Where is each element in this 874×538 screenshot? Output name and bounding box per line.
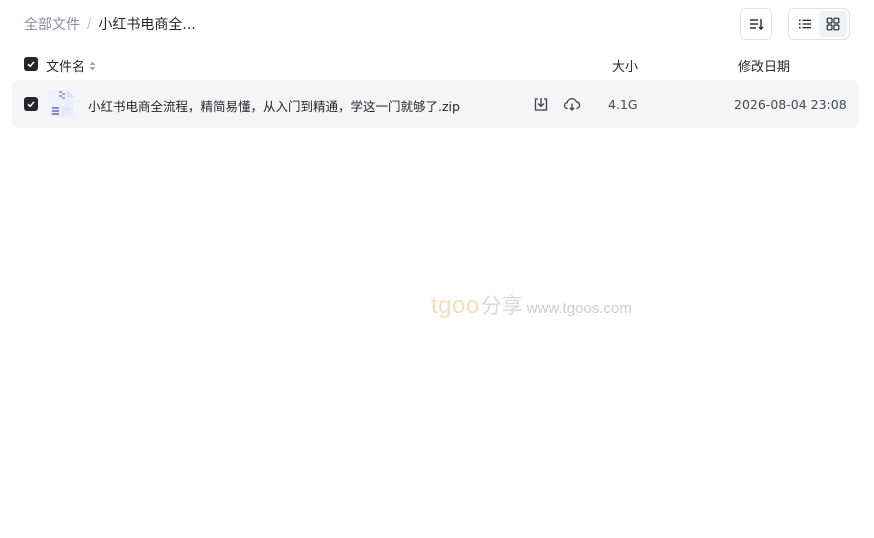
grid-view-icon xyxy=(826,17,840,31)
file-table-header: 文件名 大小 修改日期 xyxy=(12,50,859,78)
column-header-name-label: 文件名 xyxy=(46,60,86,75)
watermark: tgoo 分享 www.tgoos.com xyxy=(431,290,632,320)
breadcrumb-separator: / xyxy=(87,16,92,32)
cloud-download-icon xyxy=(563,98,581,111)
sort-caret-icon xyxy=(89,61,96,71)
table-row[interactable]: 小红书电商全流程，精简易懂，从入门到精通，学这一门就够了.zip 4.1G 20… xyxy=(12,80,859,128)
sort-lines-icon xyxy=(750,19,764,30)
breadcrumb-current: 小红书电商全... xyxy=(98,17,196,33)
breadcrumb-root-link[interactable]: 全部文件 xyxy=(24,14,80,34)
watermark-brand: tgoo xyxy=(431,292,480,319)
column-header-size[interactable]: 大小 xyxy=(612,56,638,75)
select-all-checkbox[interactable] xyxy=(24,57,38,71)
check-icon xyxy=(27,61,35,68)
watermark-url: www.tgoos.com xyxy=(526,300,632,317)
download-icon xyxy=(534,98,548,111)
column-header-date[interactable]: 修改日期 xyxy=(738,56,790,75)
list-view-icon xyxy=(799,19,811,29)
column-header-name[interactable]: 文件名 xyxy=(46,56,96,75)
grid-view-button[interactable] xyxy=(819,11,847,37)
file-name[interactable]: 小红书电商全流程，精简易懂，从入门到精通，学这一门就够了.zip xyxy=(88,96,460,115)
file-size: 4.1G xyxy=(608,97,638,112)
view-toggle xyxy=(788,8,850,40)
download-button[interactable] xyxy=(532,95,550,113)
breadcrumb: 全部文件 / 小红书电商全... xyxy=(24,14,196,34)
save-to-cloud-button[interactable] xyxy=(563,95,581,113)
check-icon xyxy=(27,101,35,108)
watermark-cn: 分享 xyxy=(480,294,523,318)
row-checkbox[interactable] xyxy=(24,97,38,111)
zip-file-icon xyxy=(49,90,74,118)
sort-button[interactable] xyxy=(740,8,772,40)
file-modified-date: 2026-08-04 23:08 xyxy=(734,97,847,112)
list-view-button[interactable] xyxy=(791,11,819,37)
